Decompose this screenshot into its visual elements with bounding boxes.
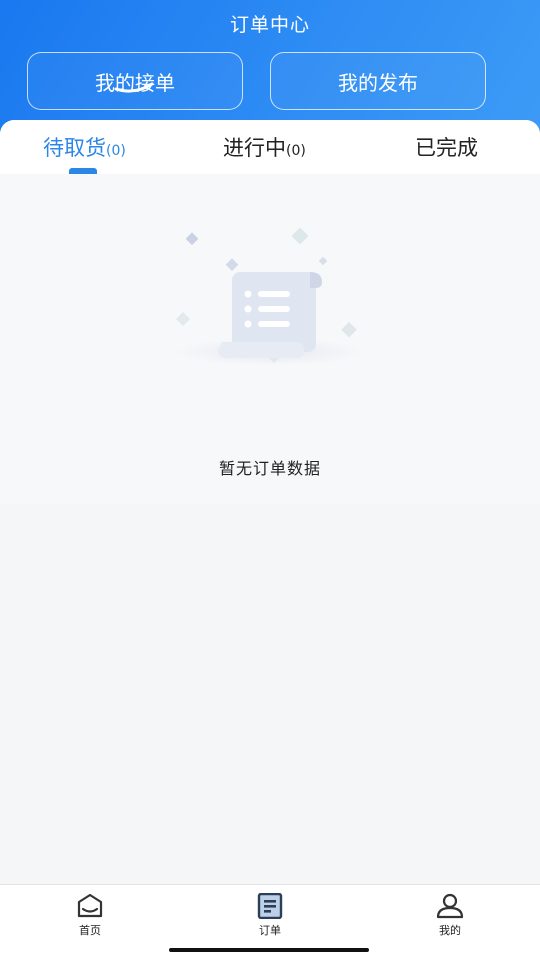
selected-swoosh-icon <box>114 82 154 93</box>
user-icon <box>436 893 464 919</box>
segment-my-accepted-orders[interactable]: 我的接单 <box>27 52 243 110</box>
segment-my-published[interactable]: 我的发布 <box>270 52 486 110</box>
home-indicator <box>169 948 369 952</box>
home-icon <box>77 893 103 918</box>
tab-label: 进行中 <box>223 136 286 160</box>
nav-label: 首页 <box>79 924 101 937</box>
empty-document-icon <box>175 227 365 366</box>
nav-item-home[interactable]: 首页 <box>60 893 120 938</box>
nav-label: 订单 <box>259 924 281 937</box>
tab-label: 已完成 <box>415 136 478 160</box>
tab-in-progress[interactable]: 进行中(0) <box>223 132 306 162</box>
tab-count: (0) <box>286 143 306 159</box>
tab-completed[interactable]: 已完成 <box>415 132 478 162</box>
empty-state: 暂无订单数据 <box>0 174 540 504</box>
tab-pending-pickup[interactable]: 待取货(0) <box>43 132 126 162</box>
order-list-icon <box>257 893 283 919</box>
nav-item-orders[interactable]: 订单 <box>240 893 300 938</box>
empty-message: 暂无订单数据 <box>218 459 321 478</box>
tab-label: 待取货 <box>43 136 106 160</box>
page-title: 订单中心 <box>229 14 310 36</box>
segment-label: 我的发布 <box>338 70 418 95</box>
tab-count: (0) <box>106 143 126 159</box>
order-panel: 待取货(0) 进行中(0) 已完成 暂无订单数据 <box>0 120 540 884</box>
nav-item-mine[interactable]: 我的 <box>420 893 480 938</box>
order-status-tabs: 待取货(0) 进行中(0) 已完成 <box>0 120 540 174</box>
nav-label: 我的 <box>439 924 461 937</box>
